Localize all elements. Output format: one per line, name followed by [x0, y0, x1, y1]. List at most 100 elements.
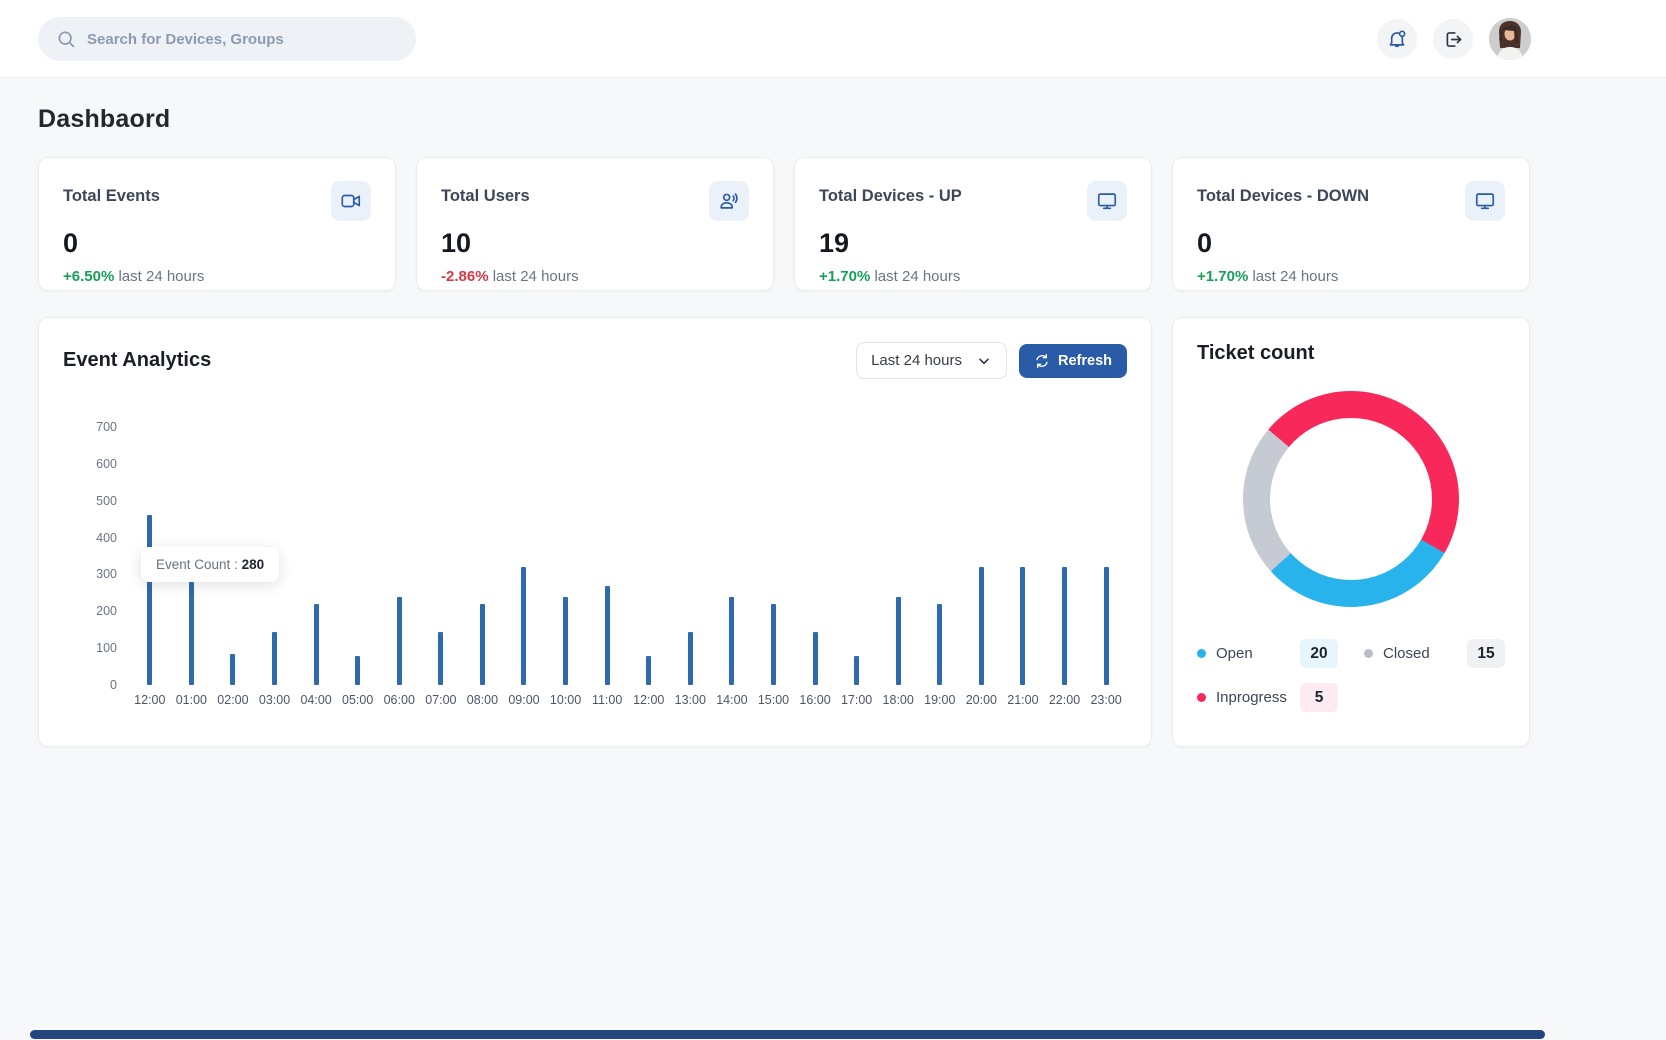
bar[interactable]	[1020, 567, 1025, 685]
y-tick-label: 500	[96, 494, 117, 508]
bar[interactable]	[397, 597, 402, 685]
x-tick-label: 18:00	[883, 693, 914, 707]
bar[interactable]	[605, 586, 610, 686]
bar-column: 08:00	[462, 427, 504, 685]
x-tick-label: 01:00	[176, 693, 207, 707]
legend-item-inprogress: Inprogress 5	[1197, 683, 1338, 712]
time-range-select[interactable]: Last 24 hours	[856, 342, 1007, 379]
legend-value-badge: 15	[1467, 639, 1505, 668]
bar-column: 11:00	[586, 427, 628, 685]
legend-label: Closed	[1383, 645, 1430, 662]
y-tick-label: 200	[96, 604, 117, 618]
x-tick-label: 13:00	[675, 693, 706, 707]
stat-delta: -2.86%	[441, 268, 489, 285]
bar[interactable]	[521, 567, 526, 685]
event-analytics-title: Event Analytics	[63, 349, 211, 372]
bar-column: 17:00	[836, 427, 878, 685]
y-tick-label: 700	[96, 420, 117, 434]
legend-label: Open	[1216, 645, 1253, 662]
monitor-icon	[1087, 181, 1127, 221]
bar-column: 12:00	[628, 427, 670, 685]
bar[interactable]	[854, 656, 859, 685]
bar[interactable]	[1062, 567, 1067, 685]
x-tick-label: 12:00	[633, 693, 664, 707]
search-icon	[56, 29, 76, 49]
stat-value: 0	[1197, 228, 1505, 259]
y-tick-label: 300	[96, 567, 117, 581]
logout-button[interactable]	[1433, 19, 1473, 59]
ticket-count-card: Ticket count Open20Closed15Inprogress5	[1172, 317, 1530, 747]
bar[interactable]	[1104, 567, 1109, 685]
bar[interactable]	[688, 632, 693, 685]
x-tick-label: 11:00	[592, 693, 622, 707]
bar[interactable]	[272, 632, 277, 685]
x-tick-label: 20:00	[966, 693, 997, 707]
bar[interactable]	[771, 604, 776, 685]
x-tick-label: 09:00	[508, 693, 539, 707]
search-input[interactable]	[87, 31, 398, 48]
user-avatar[interactable]	[1489, 18, 1531, 60]
x-tick-label: 04:00	[300, 693, 331, 707]
refresh-button[interactable]: Refresh	[1019, 344, 1127, 378]
stat-title: Total Users	[441, 181, 530, 206]
y-axis: 0100200300400500600700	[83, 427, 117, 685]
x-tick-label: 16:00	[799, 693, 830, 707]
event-analytics-card: Event Analytics Last 24 hours	[38, 317, 1152, 747]
bar-column: 18:00	[877, 427, 919, 685]
bar[interactable]	[314, 604, 319, 685]
y-tick-label: 600	[96, 457, 117, 471]
notifications-button[interactable]	[1377, 19, 1417, 59]
bar[interactable]	[979, 567, 984, 685]
legend-label: Inprogress	[1216, 689, 1287, 706]
bar[interactable]	[646, 656, 651, 685]
bar[interactable]	[189, 582, 194, 685]
bar[interactable]	[230, 654, 235, 685]
search-bar[interactable]	[38, 17, 416, 61]
bar-column: 05:00	[337, 427, 379, 685]
legend-dot	[1364, 649, 1373, 658]
bar[interactable]	[355, 656, 360, 685]
ticket-legend: Open20 Closed 15 Inprogress 5	[1197, 639, 1505, 712]
stat-title: Total Devices - DOWN	[1197, 181, 1369, 206]
legend-item-open: Open20	[1197, 639, 1338, 668]
bar-column: 20:00	[961, 427, 1003, 685]
bar[interactable]	[813, 632, 818, 685]
stat-card-devices-down: Total Devices - DOWN 0 +1.70% last 24 ho…	[1172, 157, 1530, 291]
ticket-donut-chart[interactable]	[1243, 391, 1459, 607]
bar[interactable]	[563, 597, 568, 685]
top-actions	[1377, 18, 1531, 60]
bar-column: 10:00	[545, 427, 587, 685]
bar-column: 14:00	[711, 427, 753, 685]
bar[interactable]	[147, 515, 152, 685]
stat-delta: +1.70%	[1197, 268, 1248, 285]
stat-period: last 24 hours	[874, 268, 960, 285]
x-tick-label: 07:00	[425, 693, 456, 707]
stat-value: 0	[63, 228, 371, 259]
bar[interactable]	[937, 604, 942, 685]
x-tick-label: 22:00	[1049, 693, 1080, 707]
x-tick-label: 14:00	[716, 693, 747, 707]
stat-period: last 24 hours	[493, 268, 579, 285]
stat-title: Total Devices - UP	[819, 181, 962, 206]
bar-column: 13:00	[670, 427, 712, 685]
stat-card-devices-up: Total Devices - UP 19 +1.70% last 24 hou…	[794, 157, 1152, 291]
stat-period: last 24 hours	[1252, 268, 1338, 285]
bar[interactable]	[480, 604, 485, 685]
x-tick-label: 02:00	[217, 693, 248, 707]
x-tick-label: 12:00	[134, 693, 165, 707]
bar-column: 19:00	[919, 427, 961, 685]
bar[interactable]	[729, 597, 734, 685]
bar[interactable]	[438, 632, 443, 685]
legend-dot	[1197, 649, 1206, 658]
x-tick-label: 06:00	[384, 693, 415, 707]
x-tick-label: 17:00	[841, 693, 872, 707]
horizontal-scrollbar[interactable]	[30, 1030, 1545, 1039]
stat-value: 10	[441, 228, 749, 259]
bar[interactable]	[896, 597, 901, 685]
page-title: Dashbaord	[38, 105, 1530, 134]
main-content: Dashbaord Total Events 0 +6.50% last 24 …	[38, 78, 1530, 747]
legend-value-badge: 5	[1300, 683, 1338, 712]
stat-cards-row: Total Events 0 +6.50% last 24 hours Tota…	[38, 157, 1530, 291]
legend-dot	[1197, 693, 1206, 702]
x-tick-label: 23:00	[1090, 693, 1121, 707]
